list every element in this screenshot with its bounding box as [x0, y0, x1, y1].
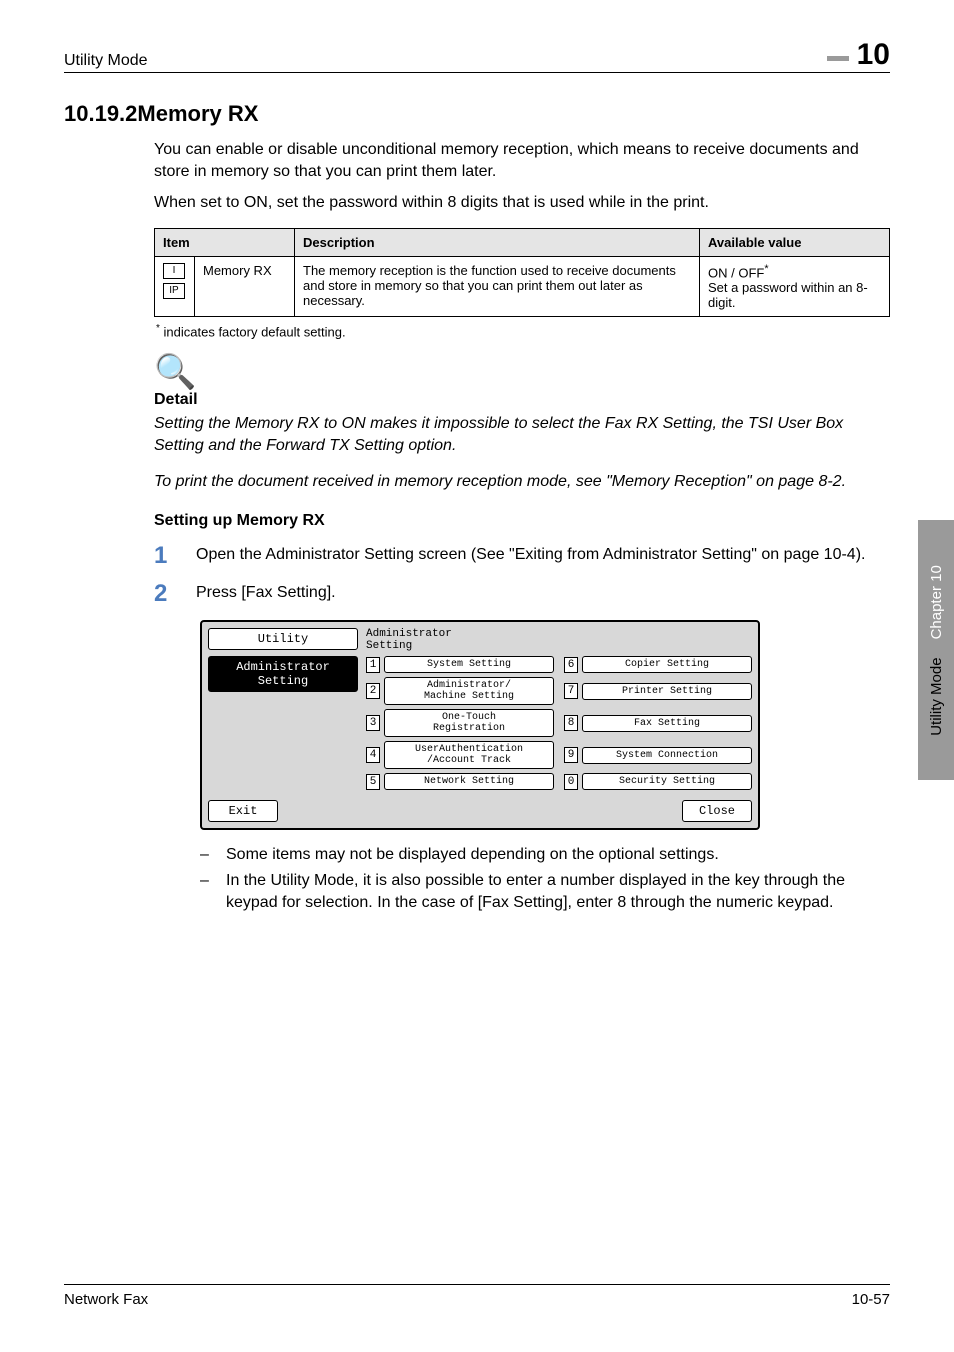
- panel-num-2: 2: [366, 683, 380, 699]
- parameter-table: Item Description Available value I IP Me…: [154, 228, 890, 317]
- panel-btn-user-auth[interactable]: UserAuthentication /Account Track: [384, 741, 554, 769]
- panel-btn-security-setting[interactable]: Security Setting: [582, 773, 752, 790]
- panel-btn-system-connection[interactable]: System Connection: [582, 747, 752, 764]
- panel-num-8: 8: [564, 715, 578, 731]
- panel-btn-system-setting[interactable]: System Setting: [384, 656, 554, 673]
- step-1-number: 1: [154, 544, 174, 568]
- footer-right: 10-57: [852, 1291, 890, 1308]
- detail-line-1: Setting the Memory RX to ON makes it imp…: [154, 413, 890, 456]
- panel-btn-network-setting[interactable]: Network Setting: [384, 773, 554, 790]
- panel-num-5: 5: [366, 774, 380, 790]
- detail-label: Detail: [154, 391, 890, 409]
- setup-subhead: Setting up Memory RX: [154, 512, 890, 530]
- panel-btn-admin-machine[interactable]: Administrator/ Machine Setting: [384, 677, 554, 705]
- note-2: In the Utility Mode, it is also possible…: [226, 870, 890, 913]
- header-chapter: 10: [827, 40, 890, 70]
- internet-icon: I: [163, 263, 185, 279]
- intro-paragraph-1: You can enable or disable unconditional …: [154, 139, 890, 182]
- th-description: Description: [295, 228, 700, 256]
- value-line2: Set a password within an 8-digit.: [708, 280, 868, 310]
- section-heading: 10.19.2Memory RX: [64, 101, 890, 127]
- cell-value: ON / OFF* Set a password within an 8-dig…: [700, 256, 890, 316]
- cell-description: The memory reception is the function use…: [295, 256, 700, 316]
- panel-num-9: 9: [564, 747, 578, 763]
- panel-close-button[interactable]: Close: [682, 800, 752, 822]
- step-2-number: 2: [154, 582, 174, 606]
- panel-title: AdministratorSetting: [366, 628, 752, 652]
- footer-left: Network Fax: [64, 1291, 148, 1308]
- intro-paragraph-2: When set to ON, set the password within …: [154, 192, 890, 214]
- side-text-chapter: Chapter 10: [928, 565, 945, 639]
- panel-btn-copier-setting[interactable]: Copier Setting: [582, 656, 752, 673]
- panel-num-3: 3: [366, 715, 380, 731]
- footnote-text: indicates factory default setting.: [160, 324, 346, 339]
- note-dash-icon: –: [200, 844, 212, 866]
- step-1-text: Open the Administrator Setting screen (S…: [196, 544, 865, 568]
- chapter-dash-icon: [827, 56, 849, 61]
- step-2-text: Press [Fax Setting].: [196, 582, 336, 606]
- panel-num-4: 4: [366, 747, 380, 763]
- panel-num-6: 6: [564, 657, 578, 673]
- panel-btn-one-touch[interactable]: One-Touch Registration: [384, 709, 554, 737]
- panel-num-0: 0: [564, 774, 578, 790]
- table-row: I IP Memory RX The memory reception is t…: [155, 256, 890, 316]
- note-dash-icon: –: [200, 870, 212, 913]
- magnify-icon: 🔍: [154, 355, 890, 389]
- panel-btn-printer-setting[interactable]: Printer Setting: [582, 683, 752, 700]
- panel-tab-admin-setting[interactable]: Administrator Setting: [208, 656, 358, 692]
- cell-item: Memory RX: [195, 256, 295, 316]
- footnote-marker-inline: *: [764, 263, 768, 275]
- th-value: Available value: [700, 228, 890, 256]
- panel-num-7: 7: [564, 683, 578, 699]
- side-text-utility-mode: Utility Mode: [928, 657, 945, 735]
- detail-line-2: To print the document received in memory…: [154, 471, 890, 493]
- side-tab: Utility Mode Chapter 10: [918, 520, 954, 780]
- value-line1: ON / OFF: [708, 265, 764, 280]
- panel-tab-utility[interactable]: Utility: [208, 628, 358, 650]
- note-1: Some items may not be displayed dependin…: [226, 844, 719, 866]
- panel-num-1: 1: [366, 657, 380, 673]
- panel-exit-button[interactable]: Exit: [208, 800, 278, 822]
- utility-panel: Utility Administrator Setting Exit Admin…: [200, 620, 760, 830]
- chapter-number: 10: [857, 40, 890, 70]
- ip-icon: IP: [163, 283, 185, 299]
- panel-btn-fax-setting[interactable]: Fax Setting: [582, 715, 752, 732]
- footnote: * indicates factory default setting.: [156, 323, 890, 339]
- th-item: Item: [155, 228, 295, 256]
- header-title: Utility Mode: [64, 52, 148, 70]
